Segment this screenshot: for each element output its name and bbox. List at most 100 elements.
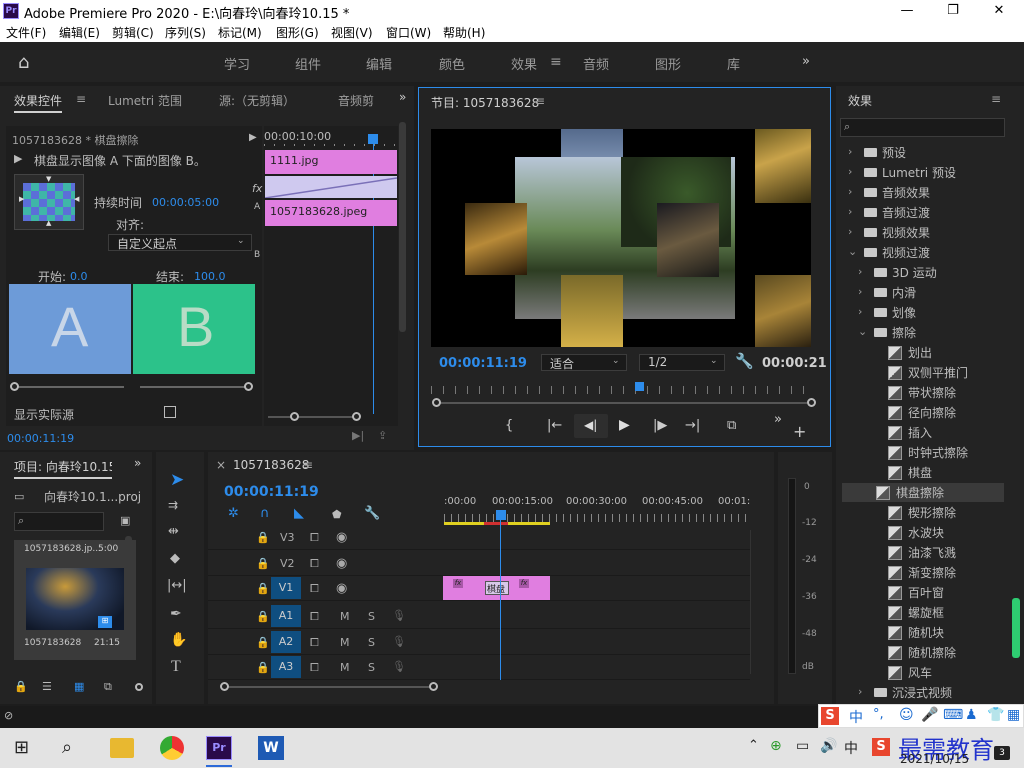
program-zoom-bar[interactable] bbox=[435, 402, 807, 404]
menu-marker[interactable]: 标记(M) bbox=[218, 24, 262, 41]
linked-selection-icon[interactable]: ◣ bbox=[294, 506, 304, 521]
new-bin-icon[interactable]: ▣ bbox=[120, 514, 130, 527]
track-target-a2[interactable]: A2 bbox=[271, 631, 301, 653]
effects-item[interactable]: 棋盘擦除 bbox=[842, 483, 1004, 502]
emoji-icon[interactable]: ☺ bbox=[899, 707, 914, 723]
menu-sequence[interactable]: 序列(S) bbox=[165, 24, 206, 41]
workspace-assembly[interactable]: 组件 bbox=[295, 54, 321, 73]
zoom-slider-handle[interactable] bbox=[135, 683, 143, 691]
microphone-icon[interactable]: 🎙 bbox=[392, 609, 406, 622]
chevron-right-icon[interactable]: › bbox=[858, 285, 862, 298]
timeline-hscroll-right[interactable] bbox=[429, 682, 438, 691]
track-select-tool-icon[interactable]: ⇉ bbox=[168, 498, 178, 512]
sequence-menu-icon[interactable]: ≡ bbox=[303, 458, 313, 472]
windows-start-icon[interactable]: ⊞ bbox=[14, 737, 29, 758]
toolbox-icon[interactable]: ▦ bbox=[1007, 707, 1020, 723]
lock-icon[interactable]: 🔒 bbox=[256, 557, 270, 570]
lock-icon[interactable]: 🔒 bbox=[256, 661, 270, 674]
end-slider-track[interactable] bbox=[140, 386, 248, 388]
effects-item[interactable]: 螺旋框 bbox=[848, 603, 1003, 622]
effects-item[interactable]: 划出 bbox=[848, 343, 1003, 362]
mini-zoom-handle-left[interactable] bbox=[290, 412, 299, 421]
mute-button[interactable]: M bbox=[340, 636, 350, 649]
freeform-view-icon[interactable]: ⧉ bbox=[104, 680, 112, 694]
effects-item[interactable]: 油漆飞溅 bbox=[848, 543, 1003, 562]
chevron-right-icon[interactable]: › bbox=[848, 145, 852, 158]
effects-item[interactable]: › Lumetri 预设 bbox=[848, 163, 1003, 182]
start-value[interactable]: 0.0 bbox=[70, 270, 88, 283]
play-audio-icon[interactable]: ▶| bbox=[352, 429, 364, 442]
step-back-button[interactable]: ◀| bbox=[574, 414, 608, 438]
lock-icon[interactable]: 🔒 bbox=[256, 582, 270, 595]
sync-lock-icon[interactable]: ⧠ bbox=[310, 531, 319, 545]
network-icon[interactable]: ▭ bbox=[796, 738, 809, 754]
mini-zoom-handle-right[interactable] bbox=[352, 412, 361, 421]
chevron-right-icon[interactable]: › bbox=[848, 185, 852, 198]
track-target-a3[interactable]: A3 bbox=[271, 656, 301, 678]
effects-item[interactable]: 棋盘 bbox=[848, 463, 1003, 482]
timeline-hscroll-left[interactable] bbox=[220, 682, 229, 691]
effects-item[interactable]: › 音频效果 bbox=[848, 183, 1003, 202]
lock-icon[interactable]: 🔒 bbox=[14, 680, 28, 693]
tab-effect-controls[interactable]: 效果控件 bbox=[14, 92, 63, 113]
timeline-vscroll[interactable] bbox=[750, 530, 758, 674]
project-scrollbar[interactable] bbox=[125, 536, 132, 654]
timeline-hscroll[interactable] bbox=[224, 686, 434, 688]
eye-icon[interactable]: ◉ bbox=[336, 530, 347, 545]
export-frame-icon[interactable]: ⧉ bbox=[727, 418, 736, 433]
security-icon[interactable]: ⊕ bbox=[770, 738, 782, 754]
effects-scrollbar[interactable] bbox=[1012, 598, 1020, 658]
sync-lock-icon[interactable]: ⧠ bbox=[310, 557, 319, 571]
chrome-icon[interactable] bbox=[160, 736, 184, 760]
panel-overflow-icon[interactable]: » bbox=[399, 90, 406, 104]
ripple-edit-tool-icon[interactable]: ⇹ bbox=[168, 524, 179, 539]
chevron-up-icon[interactable]: ⌃ bbox=[748, 738, 759, 753]
start-slider-track[interactable] bbox=[12, 386, 124, 388]
menu-file[interactable]: 文件(F) bbox=[6, 24, 46, 41]
type-tool-icon[interactable]: T bbox=[171, 658, 181, 676]
clip-b-bar[interactable]: 1057183628.jpeg bbox=[265, 200, 397, 226]
workspace-audio[interactable]: 音频 bbox=[583, 54, 609, 73]
effects-item[interactable]: 随机擦除 bbox=[848, 643, 1003, 662]
workspace-graphics[interactable]: 图形 bbox=[655, 54, 681, 73]
program-timecode[interactable]: 00:00:11:19 bbox=[439, 356, 527, 371]
tab-menu-icon[interactable]: ≡ bbox=[76, 92, 86, 106]
menu-clip[interactable]: 剪辑(C) bbox=[112, 24, 154, 41]
play-transition-icon[interactable]: ▶ bbox=[249, 132, 257, 143]
chevron-right-icon[interactable]: › bbox=[848, 165, 852, 178]
mini-zoom-track[interactable] bbox=[268, 416, 358, 418]
maximize-button[interactable]: ❐ bbox=[930, 0, 976, 22]
effects-item[interactable]: › 3D 运动 bbox=[848, 263, 1003, 282]
sync-lock-icon[interactable]: ⧠ bbox=[310, 661, 319, 675]
effects-item[interactable]: 风车 bbox=[848, 663, 1003, 682]
chevron-right-icon[interactable]: › bbox=[858, 685, 862, 698]
effects-item[interactable]: › 内滑 bbox=[848, 283, 1003, 302]
punctuation-icon[interactable]: °, bbox=[873, 707, 884, 722]
edge-selector-north[interactable]: ▼ bbox=[46, 175, 51, 183]
slip-tool-icon[interactable]: |↔| bbox=[167, 578, 187, 593]
project-item-card[interactable]: 1057183628.jp... 5:00 ⊞ 1057183628 21:15 bbox=[14, 540, 136, 660]
chevron-right-icon[interactable]: › bbox=[848, 205, 852, 218]
fit-dropdown[interactable]: 适合 ⌄ bbox=[541, 354, 627, 371]
add-button-icon[interactable]: + bbox=[793, 422, 806, 441]
end-value[interactable]: 100.0 bbox=[194, 270, 226, 283]
effects-item[interactable]: 渐变擦除 bbox=[848, 563, 1003, 582]
duration-value[interactable]: 00:00:05:00 bbox=[152, 196, 219, 209]
program-playhead[interactable] bbox=[635, 382, 644, 391]
microphone-icon[interactable]: 🎙 bbox=[392, 660, 406, 673]
home-icon[interactable]: ⌂ bbox=[18, 52, 29, 73]
shirt-icon[interactable]: 👕 bbox=[987, 707, 1004, 723]
transition-marker[interactable]: 棋盘 bbox=[485, 581, 509, 595]
effects-item[interactable]: 随机块 bbox=[848, 623, 1003, 642]
effects-item[interactable]: › 预设 bbox=[848, 143, 1003, 162]
controls-overflow-icon[interactable]: » bbox=[774, 412, 782, 427]
show-actual-sources-checkbox[interactable] bbox=[164, 406, 176, 418]
file-explorer-icon[interactable] bbox=[110, 738, 134, 758]
effects-item[interactable]: ⌄ 擦除 bbox=[848, 323, 1003, 342]
solo-button[interactable]: S bbox=[368, 610, 375, 623]
transition-bar[interactable] bbox=[265, 176, 397, 198]
sequence-tab[interactable]: 1057183628 bbox=[233, 458, 309, 472]
wrench-icon[interactable]: 🔧 bbox=[735, 352, 754, 370]
program-menu-icon[interactable]: ≡ bbox=[535, 94, 545, 108]
menu-view[interactable]: 视图(V) bbox=[331, 24, 373, 41]
